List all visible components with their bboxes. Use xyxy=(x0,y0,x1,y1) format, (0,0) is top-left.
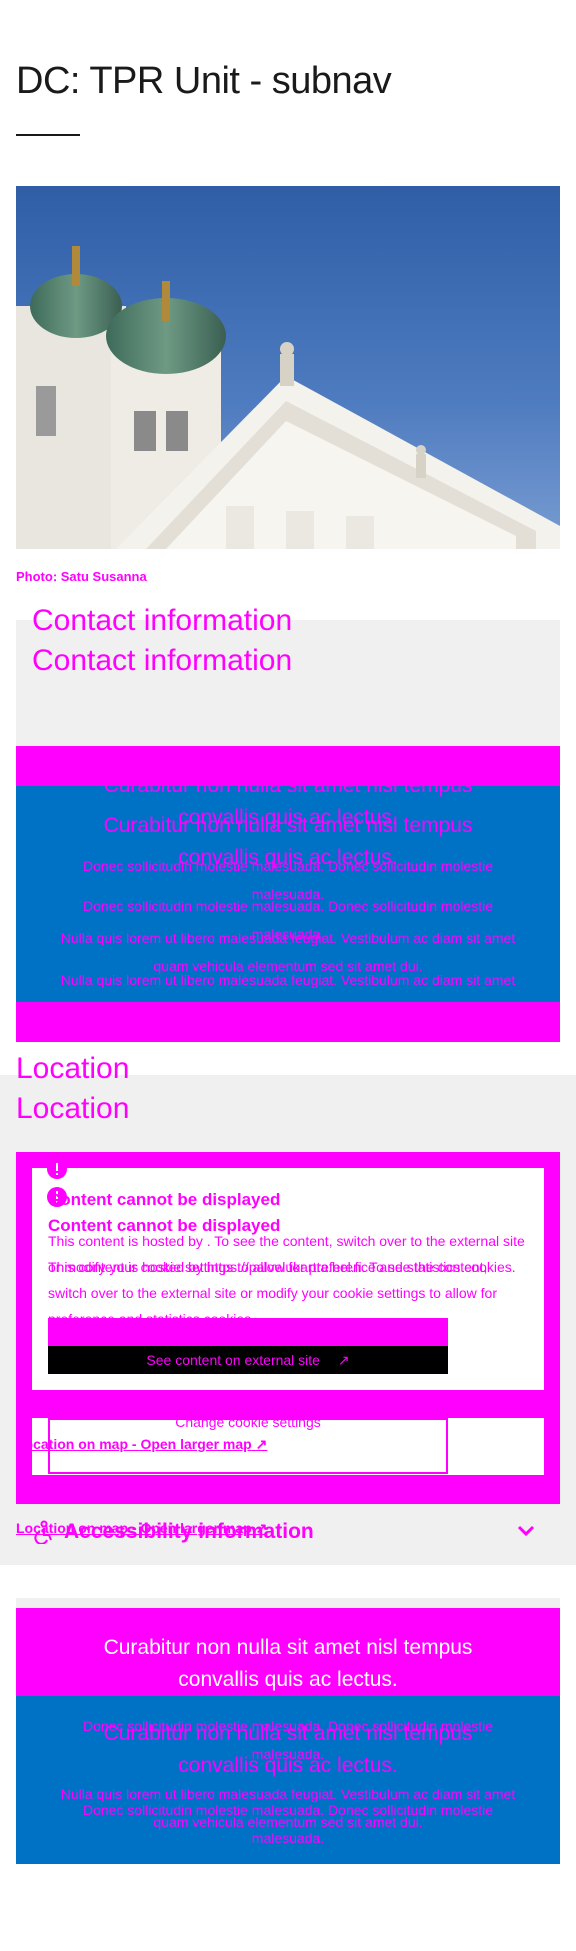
open-larger-map-link[interactable]: Location on map - Open larger map ↗ xyxy=(16,1436,267,1453)
hero-image xyxy=(16,186,560,549)
external-link-icon: ↗ xyxy=(337,1352,350,1368)
bottom-card-title-duplicate: Curabitur non nulla sit amet nisl tempus… xyxy=(103,1722,473,1777)
bottom-card-title: Curabitur non nulla sit amet nisl tempus… xyxy=(103,1636,473,1691)
external-button-label: See content on external site xyxy=(146,1324,320,1340)
alert-circle-icon xyxy=(46,1158,68,1185)
contact-heading: Contact information xyxy=(32,604,293,637)
location-heading: Location xyxy=(16,1052,130,1085)
cookie-button-label: Change cookie settings xyxy=(175,1414,321,1430)
photo-caption: Photo: Satu Susanna xyxy=(16,569,147,584)
see-external-content-button[interactable]: See content on external site ↗ xyxy=(48,1318,448,1346)
contact-card-body-2-duplicate: Nulla quis lorem ut libero malesuada feu… xyxy=(60,972,516,1016)
accessibility-label: Accessibility information xyxy=(64,1520,314,1543)
location-heading-duplicate: Location xyxy=(16,1092,130,1125)
map-link-label: Location on map - Open larger map xyxy=(16,1436,252,1452)
cathedral-photo xyxy=(16,186,560,549)
notice-title: Content cannot be displayed xyxy=(48,1190,281,1209)
page-title: DC: TPR Unit - subnav xyxy=(16,60,392,102)
bottom-card-body-duplicate: Donec sollicitudin molestie malesuada. D… xyxy=(82,1802,494,1846)
external-link-icon: ↗ xyxy=(255,1436,268,1452)
external-link-icon: ↗ xyxy=(337,1324,350,1340)
title-divider xyxy=(16,134,80,136)
accessibility-accordion-toggle[interactable]: Accessibility information xyxy=(32,1514,544,1550)
map-link-band xyxy=(16,1475,560,1503)
contact-heading-duplicate: Contact information xyxy=(32,644,293,677)
chevron-down-icon xyxy=(516,1524,536,1543)
external-button-label-duplicate: See content on external site xyxy=(146,1352,320,1368)
see-external-content-button-duplicate[interactable]: See content on external site ↗ xyxy=(48,1346,448,1374)
accessibility-icon xyxy=(32,1520,56,1549)
